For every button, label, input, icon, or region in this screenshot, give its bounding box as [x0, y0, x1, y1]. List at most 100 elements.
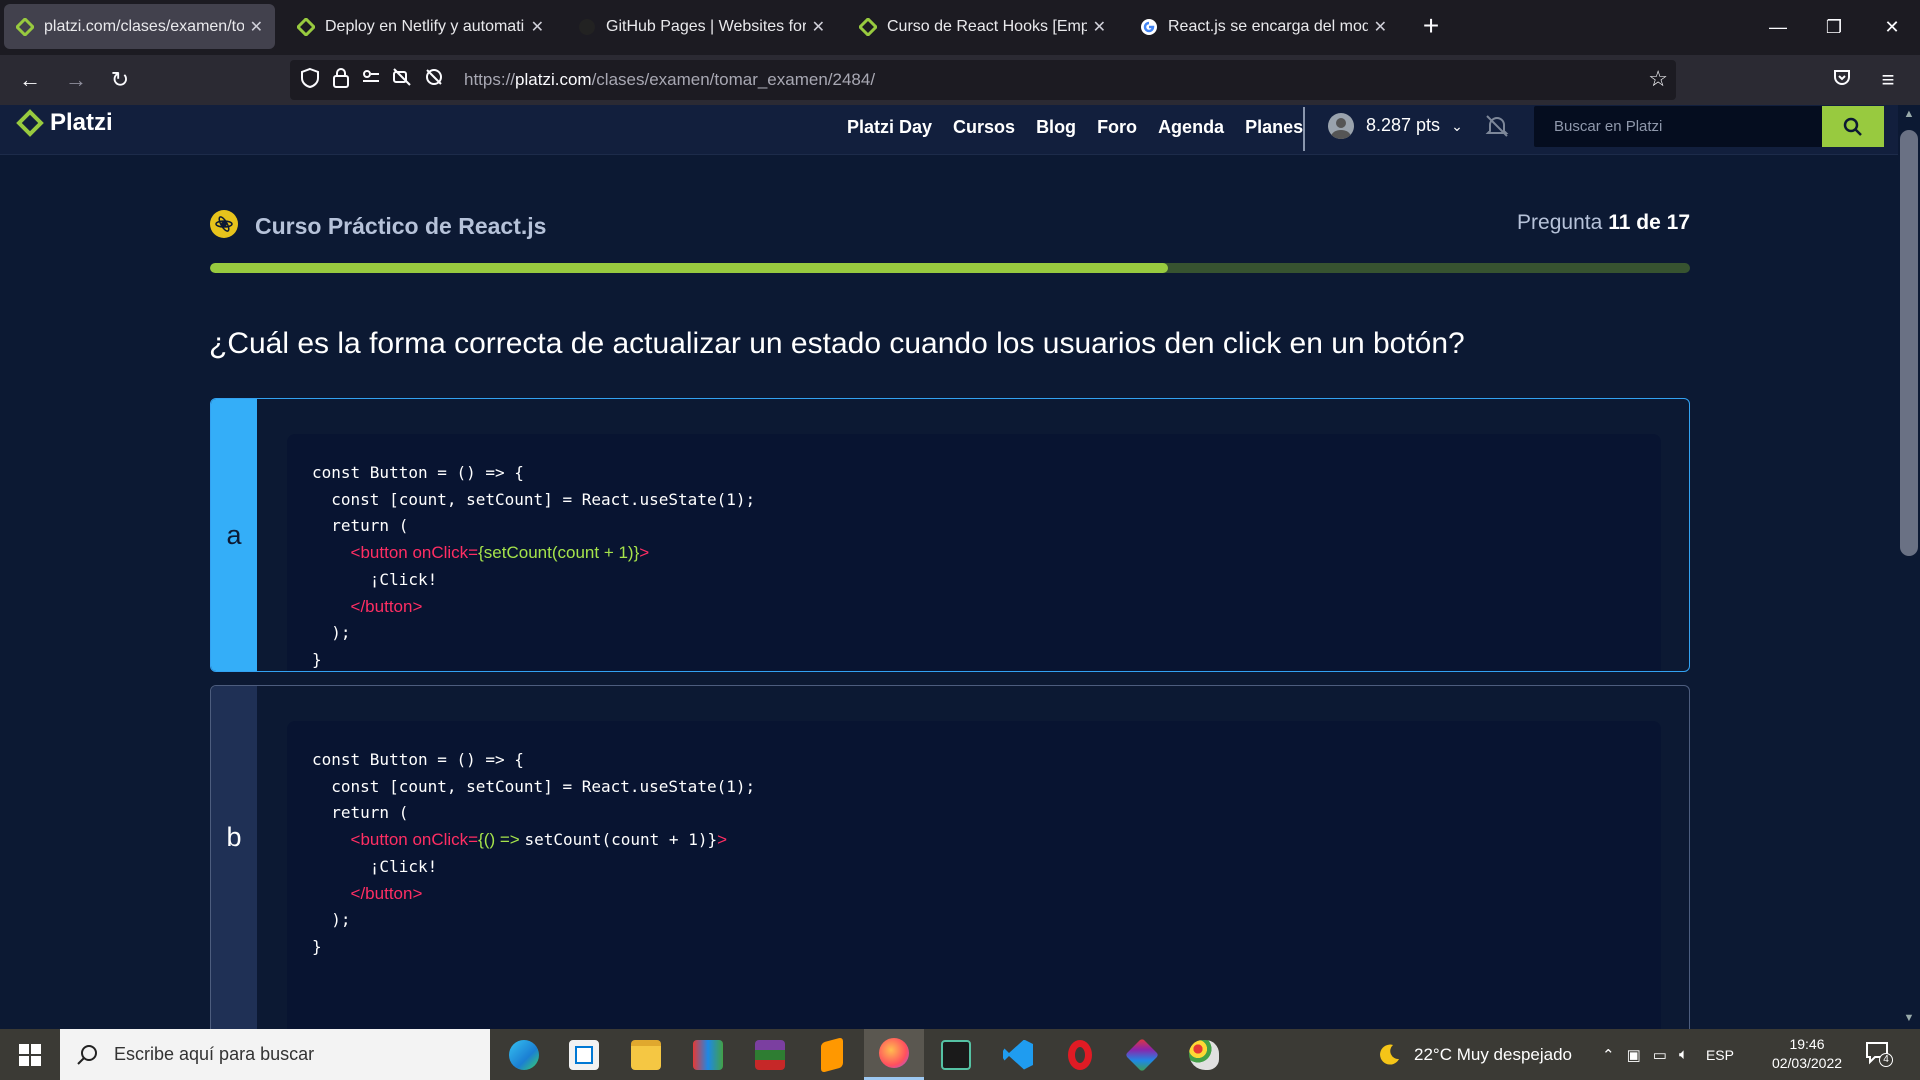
- code-tag: >: [639, 543, 650, 563]
- close-window-icon[interactable]: ✕: [1872, 10, 1912, 44]
- github-icon: [578, 18, 596, 36]
- permissions-icon[interactable]: [362, 67, 380, 94]
- address-bar[interactable]: https://platzi.com/clases/examen/tomar_e…: [290, 60, 1676, 100]
- reload-icon[interactable]: ↻: [104, 65, 136, 95]
- code-line: }: [312, 649, 322, 669]
- code-expression: {() =>: [478, 830, 525, 850]
- bookmark-star-icon[interactable]: ☆: [1648, 66, 1668, 92]
- option-letter: a: [211, 399, 257, 671]
- taskbar-paint[interactable]: [1174, 1029, 1234, 1080]
- menu-platzi-day[interactable]: Platzi Day: [847, 117, 932, 138]
- sublime-icon: [821, 1036, 843, 1073]
- camera-blocked-icon[interactable]: [392, 67, 412, 94]
- code-line: ¡Click!: [312, 569, 438, 589]
- chevron-up-icon[interactable]: ⌃: [1602, 1046, 1615, 1064]
- tab-platzi-exam[interactable]: platzi.com/clases/examen/tomar_examen/24…: [4, 4, 275, 49]
- weather-widget[interactable]: 22°C Muy despejado: [1376, 1029, 1572, 1080]
- pocket-icon[interactable]: [1826, 65, 1858, 95]
- taskbar-git[interactable]: [1112, 1029, 1172, 1080]
- menu-cursos[interactable]: Cursos: [953, 117, 1015, 138]
- code-line: const [count, setCount] = React.useState…: [312, 489, 756, 509]
- taskbar-vscode[interactable]: [988, 1029, 1048, 1080]
- scrollbar-thumb[interactable]: [1900, 130, 1918, 556]
- tracking-blocked-icon[interactable]: [424, 67, 444, 94]
- meet-now-icon[interactable]: ▣: [1627, 1046, 1641, 1064]
- exam-progress-bar: [210, 263, 1690, 273]
- minimize-icon[interactable]: —: [1758, 10, 1798, 44]
- scroll-down-icon[interactable]: ▼: [1900, 1012, 1918, 1024]
- folder-icon: [631, 1039, 661, 1070]
- new-tab-button[interactable]: +: [1416, 12, 1446, 42]
- taskbar-clock[interactable]: 19:46 02/03/2022: [1757, 1035, 1857, 1073]
- shield-icon[interactable]: [300, 67, 320, 94]
- notification-count: 4: [1879, 1053, 1893, 1067]
- taskbar-edge[interactable]: [494, 1029, 554, 1080]
- scroll-up-icon[interactable]: ▲: [1900, 108, 1918, 120]
- chevron-down-icon: ⌄: [1451, 118, 1463, 134]
- volume-icon[interactable]: 🔈︎: [1679, 1046, 1688, 1063]
- option-letter: b: [211, 686, 257, 1029]
- taskbar-explorer[interactable]: [616, 1029, 676, 1080]
- avatar[interactable]: [1328, 113, 1354, 139]
- code-line: <button onClick={() => setCount(count + …: [312, 827, 1636, 854]
- question-label: Pregunta: [1517, 211, 1603, 234]
- code-line: }: [312, 936, 322, 956]
- url-text[interactable]: https://platzi.com/clases/examen/tomar_e…: [464, 70, 875, 90]
- taskbar-terminal[interactable]: [926, 1029, 986, 1080]
- tab-netlify[interactable]: Deploy en Netlify y automatización ✕: [285, 4, 556, 49]
- menu-icon[interactable]: ≡: [1872, 65, 1904, 95]
- logo-text: Platzi: [50, 109, 113, 136]
- tab-google-react[interactable]: React.js se encarga del modelo ✕: [1128, 4, 1399, 49]
- code-line: </button>: [312, 881, 1636, 908]
- notifications-button[interactable]: 4: [1865, 1041, 1893, 1067]
- taskbar-store[interactable]: [554, 1029, 614, 1080]
- windows-start-button[interactable]: [0, 1029, 60, 1080]
- course-row: Curso Práctico de React.js Pregunta 11 de…: [210, 207, 1690, 243]
- taskbar-winrar[interactable]: [740, 1029, 800, 1080]
- close-icon[interactable]: ✕: [1093, 17, 1106, 37]
- restore-icon[interactable]: ❐: [1814, 10, 1854, 44]
- answer-option-a[interactable]: a const Button = () => { const [count, s…: [210, 398, 1690, 672]
- header-divider: [1303, 107, 1305, 151]
- search-button[interactable]: [1822, 106, 1884, 147]
- code-line: return (: [312, 803, 409, 823]
- lock-icon[interactable]: [332, 67, 350, 94]
- code-tag: >: [717, 830, 728, 850]
- close-icon[interactable]: ✕: [250, 17, 263, 37]
- tab-title: GitHub Pages | Websites for you: [606, 17, 806, 35]
- close-icon[interactable]: ✕: [812, 17, 825, 37]
- close-icon[interactable]: ✕: [1374, 17, 1387, 37]
- platzi-logo[interactable]: Platzi: [16, 109, 113, 137]
- menu-agenda[interactable]: Agenda: [1158, 117, 1224, 138]
- menu-foro[interactable]: Foro: [1097, 117, 1137, 138]
- tab-react-hooks[interactable]: Curso de React Hooks [Empieza ✕: [847, 4, 1118, 49]
- menu-blog[interactable]: Blog: [1036, 117, 1076, 138]
- taskbar-search[interactable]: [60, 1029, 490, 1080]
- taskbar-search-input[interactable]: [114, 1044, 474, 1065]
- answer-option-b[interactable]: b const Button = () => { const [count, s…: [210, 685, 1690, 1029]
- language-indicator[interactable]: ESP: [1706, 1047, 1734, 1063]
- battery-icon[interactable]: ▭: [1653, 1046, 1667, 1064]
- taskbar-firefox[interactable]: [864, 1029, 924, 1080]
- opera-icon: [1068, 1039, 1092, 1070]
- code-line: <button onClick={setCount(count + 1)}>: [312, 540, 1636, 567]
- points-menu[interactable]: 8.287 pts ⌄: [1366, 115, 1463, 136]
- forward-icon[interactable]: →: [60, 65, 92, 95]
- course-badge-icon: [210, 210, 238, 238]
- taskbar-app-4[interactable]: [678, 1029, 738, 1080]
- google-icon: [1140, 18, 1158, 36]
- taskbar-opera[interactable]: [1050, 1029, 1110, 1080]
- store-icon: [569, 1039, 599, 1070]
- back-icon[interactable]: ←: [14, 65, 46, 95]
- taskbar-sublime[interactable]: [802, 1029, 862, 1080]
- tab-github-pages[interactable]: GitHub Pages | Websites for you ✕: [566, 4, 837, 49]
- code-line: );: [312, 623, 351, 643]
- menu-planes[interactable]: Planes: [1245, 117, 1303, 138]
- code-tag: </button>: [350, 596, 423, 616]
- code-expression: {setCount(count + 1)}: [478, 543, 640, 563]
- code-expression-body: setCount(count + 1)}: [524, 830, 718, 850]
- search-input[interactable]: [1534, 106, 1822, 147]
- close-icon[interactable]: ✕: [531, 17, 544, 37]
- notifications-off-icon[interactable]: [1484, 113, 1510, 144]
- platzi-search: [1534, 106, 1884, 147]
